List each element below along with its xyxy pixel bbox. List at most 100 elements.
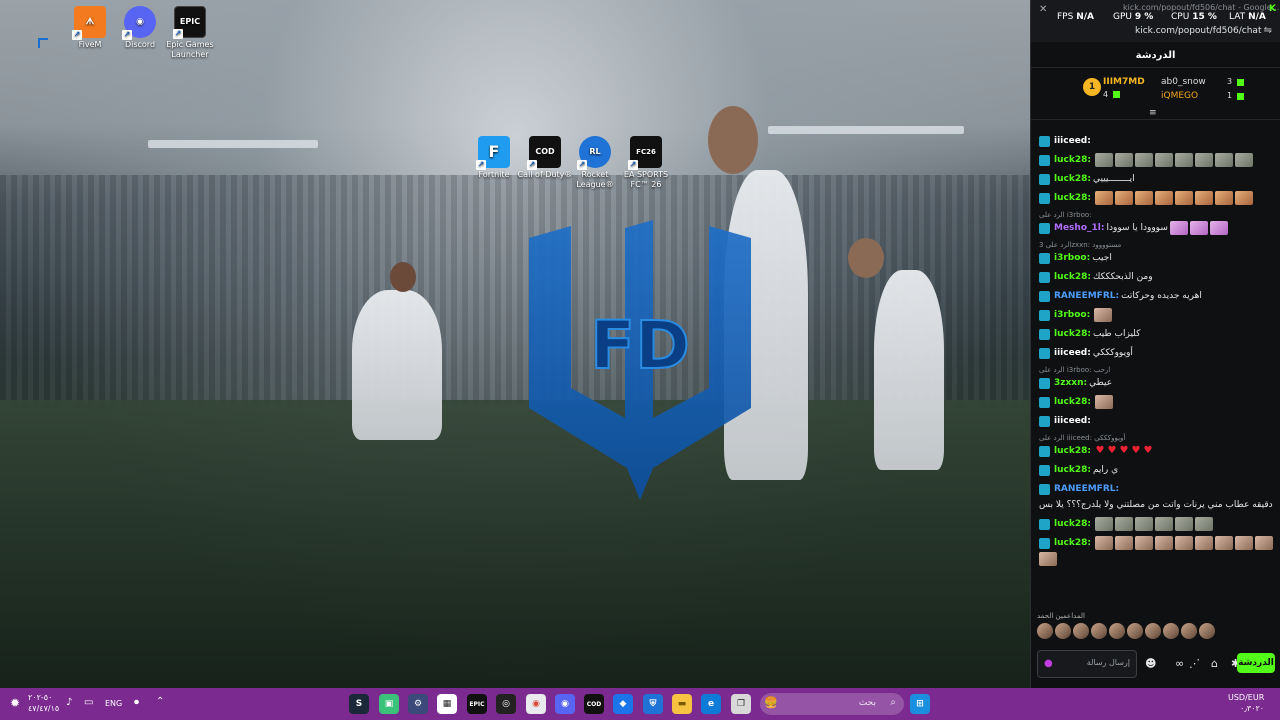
avatar[interactable] bbox=[1145, 623, 1161, 639]
chevron-up-icon[interactable]: ⌃ bbox=[156, 696, 164, 707]
tune-icon[interactable]: ⇋ bbox=[1264, 25, 1272, 36]
chat-username[interactable]: luck28: bbox=[1054, 327, 1091, 341]
chat-emote bbox=[1234, 536, 1253, 550]
app-dark-icon[interactable]: ◎ bbox=[496, 694, 516, 714]
avatar[interactable] bbox=[1127, 623, 1143, 639]
chat-emote bbox=[1154, 191, 1173, 205]
user-badge-icon bbox=[1039, 415, 1050, 427]
pinned-toggle-icon[interactable]: ≡ bbox=[1149, 108, 1157, 118]
share-icon[interactable]: ⋰ bbox=[1189, 657, 1200, 670]
chat-message-list[interactable]: iiiceed: luck28: luck28: ايــــــــيييي luck… bbox=[1031, 126, 1280, 606]
microphone-icon[interactable]: ⏺ bbox=[134, 697, 139, 708]
discord-taskbar-icon[interactable]: ◉ bbox=[555, 694, 575, 714]
ea-sports-fc-icon: FC26 ↗ bbox=[628, 136, 662, 170]
chat-username[interactable]: luck28: bbox=[1054, 153, 1091, 167]
address-bar[interactable]: kick.com/popout/fd506/chat bbox=[1135, 26, 1261, 36]
chat-emote bbox=[1234, 153, 1253, 167]
chat-message[interactable]: luck28: bbox=[1039, 395, 1275, 409]
volume-icon[interactable]: ♪ bbox=[66, 697, 72, 708]
windows-start-icon[interactable]: ⊞ bbox=[910, 694, 930, 714]
store-icon[interactable]: ⌂ bbox=[1211, 657, 1218, 670]
mic-icon[interactable]: ● bbox=[1044, 659, 1053, 669]
rocket-league-taskbar-icon[interactable]: ⛨ bbox=[643, 694, 663, 714]
leader-name[interactable]: iQMEGO bbox=[1161, 91, 1198, 101]
chat-message[interactable]: luck28: bbox=[1039, 191, 1275, 205]
chat-username[interactable]: luck28: bbox=[1054, 517, 1091, 531]
emoji-icon[interactable]: ☻ bbox=[1145, 657, 1156, 670]
network-icon[interactable]: ▭ bbox=[84, 697, 93, 708]
chat-message[interactable]: luck28: ايــــــــيييي bbox=[1039, 172, 1275, 186]
chat-message[interactable]: RANEEMFRL: دقيقه عطاب مني يرنات واتت من م… bbox=[1039, 482, 1275, 512]
epic-games-taskbar-icon[interactable]: EPIC bbox=[467, 694, 487, 714]
chat-username[interactable]: iiiceed: bbox=[1054, 346, 1091, 360]
chat-username[interactable]: RANEEMFRL: bbox=[1054, 289, 1119, 303]
chat-username[interactable]: 3zxxn: bbox=[1054, 376, 1087, 390]
chat-message[interactable]: luck28: ♥ ♥ ♥ ♥ ♥ bbox=[1039, 444, 1275, 458]
gear-app-icon[interactable]: ⚙ bbox=[408, 694, 428, 714]
chat-message-input[interactable]: ● إرسال رسالة bbox=[1037, 650, 1137, 678]
avatar[interactable] bbox=[1037, 623, 1053, 639]
store-app-icon[interactable]: ▦ bbox=[437, 694, 457, 714]
cod-taskbar-icon[interactable]: COD bbox=[584, 694, 604, 714]
edge-icon[interactable]: e bbox=[701, 694, 721, 714]
steam-icon[interactable]: S bbox=[349, 694, 369, 714]
chat-username[interactable]: i3rboo: bbox=[1054, 308, 1090, 322]
chat-emote bbox=[1094, 536, 1113, 550]
user-badge-icon bbox=[1039, 537, 1050, 549]
task-view-icon[interactable]: ❐ bbox=[731, 694, 751, 714]
chat-message[interactable]: RANEEMFRL: اهريه جديده وحركاتت bbox=[1039, 289, 1275, 303]
chat-username[interactable]: luck28: bbox=[1054, 172, 1091, 186]
chat-username[interactable]: iiiceed: bbox=[1054, 134, 1091, 148]
chat-username[interactable]: luck28: bbox=[1054, 463, 1091, 477]
chat-username[interactable]: iiiceed: bbox=[1054, 414, 1091, 428]
chat-send-button[interactable]: الدردشة bbox=[1237, 653, 1275, 673]
avatar[interactable] bbox=[1199, 623, 1215, 639]
chat-message[interactable]: iiiceed: أويووكككي bbox=[1039, 346, 1275, 360]
chat-message[interactable]: luck28: كليزاب طيب bbox=[1039, 327, 1275, 341]
chat-username[interactable]: i3rboo: bbox=[1054, 251, 1090, 265]
chat-message[interactable]: luck28: ومن الذبحكككك bbox=[1039, 270, 1275, 284]
app-green-icon[interactable]: ▣ bbox=[379, 694, 399, 714]
chat-username[interactable]: luck28: bbox=[1054, 536, 1091, 550]
leader-name[interactable]: ab0_snow bbox=[1161, 77, 1206, 87]
taskbar-search[interactable]: 🍔 بحث ⌕ bbox=[760, 693, 904, 715]
chat-message[interactable]: i3rboo: اجيب bbox=[1039, 251, 1275, 265]
avatar[interactable] bbox=[1091, 623, 1107, 639]
avatar[interactable] bbox=[1055, 623, 1071, 639]
chat-username[interactable]: luck28: bbox=[1054, 270, 1091, 284]
avatar[interactable] bbox=[1109, 623, 1125, 639]
chat-message[interactable]: luck28: bbox=[1039, 536, 1275, 566]
chat-message[interactable]: Mesho_1l: سووودا يا سوودا bbox=[1039, 221, 1275, 235]
chat-message[interactable]: luck28: bbox=[1039, 517, 1275, 531]
browser-topbar: kick.com/popout/fd506/chat - Google... ✕… bbox=[1031, 0, 1280, 42]
chrome-icon[interactable]: ◉ bbox=[526, 694, 546, 714]
leader-name[interactable]: IIIM7MD bbox=[1103, 77, 1145, 87]
chat-username[interactable]: luck28: bbox=[1054, 444, 1091, 458]
user-badge-icon bbox=[1039, 173, 1050, 185]
avatar[interactable] bbox=[1181, 623, 1197, 639]
user-badge-icon bbox=[1039, 252, 1050, 264]
chat-username[interactable]: luck28: bbox=[1054, 191, 1091, 205]
weather-icon[interactable]: ✹ bbox=[10, 696, 20, 710]
avatar[interactable] bbox=[1163, 623, 1179, 639]
chat-message[interactable]: luck28: ي رايم bbox=[1039, 463, 1275, 477]
chat-message[interactable]: iiiceed: bbox=[1039, 414, 1275, 428]
floodlight bbox=[768, 126, 964, 134]
avatar[interactable] bbox=[1073, 623, 1089, 639]
chat-message[interactable]: i3rboo: bbox=[1039, 308, 1275, 322]
close-icon[interactable]: ✕ bbox=[1039, 4, 1047, 15]
chat-emote bbox=[1134, 517, 1153, 531]
chat-message[interactable]: 3zxxn: عيطي bbox=[1039, 376, 1275, 390]
infinity-icon[interactable]: ∞ bbox=[1175, 657, 1184, 670]
chat-username[interactable]: luck28: bbox=[1054, 395, 1091, 409]
chat-username[interactable]: RANEEMFRL: bbox=[1054, 482, 1119, 496]
app-blue-icon[interactable]: ◆ bbox=[613, 694, 633, 714]
desktop-icon-ea-sports-fc[interactable]: FC26 ↗ EA SPORTS FC™ 26 bbox=[615, 136, 677, 190]
language-indicator[interactable]: ENG bbox=[105, 699, 122, 708]
chat-username[interactable]: Mesho_1l: bbox=[1054, 221, 1104, 235]
chat-message[interactable]: luck28: bbox=[1039, 153, 1275, 167]
chat-emote bbox=[1039, 552, 1057, 566]
chat-message[interactable]: iiiceed: bbox=[1039, 134, 1275, 148]
desktop-icon-epic-games[interactable]: EPIC ↗ Epic Games Launcher bbox=[159, 6, 221, 60]
file-explorer-icon[interactable]: ▬ bbox=[672, 694, 692, 714]
